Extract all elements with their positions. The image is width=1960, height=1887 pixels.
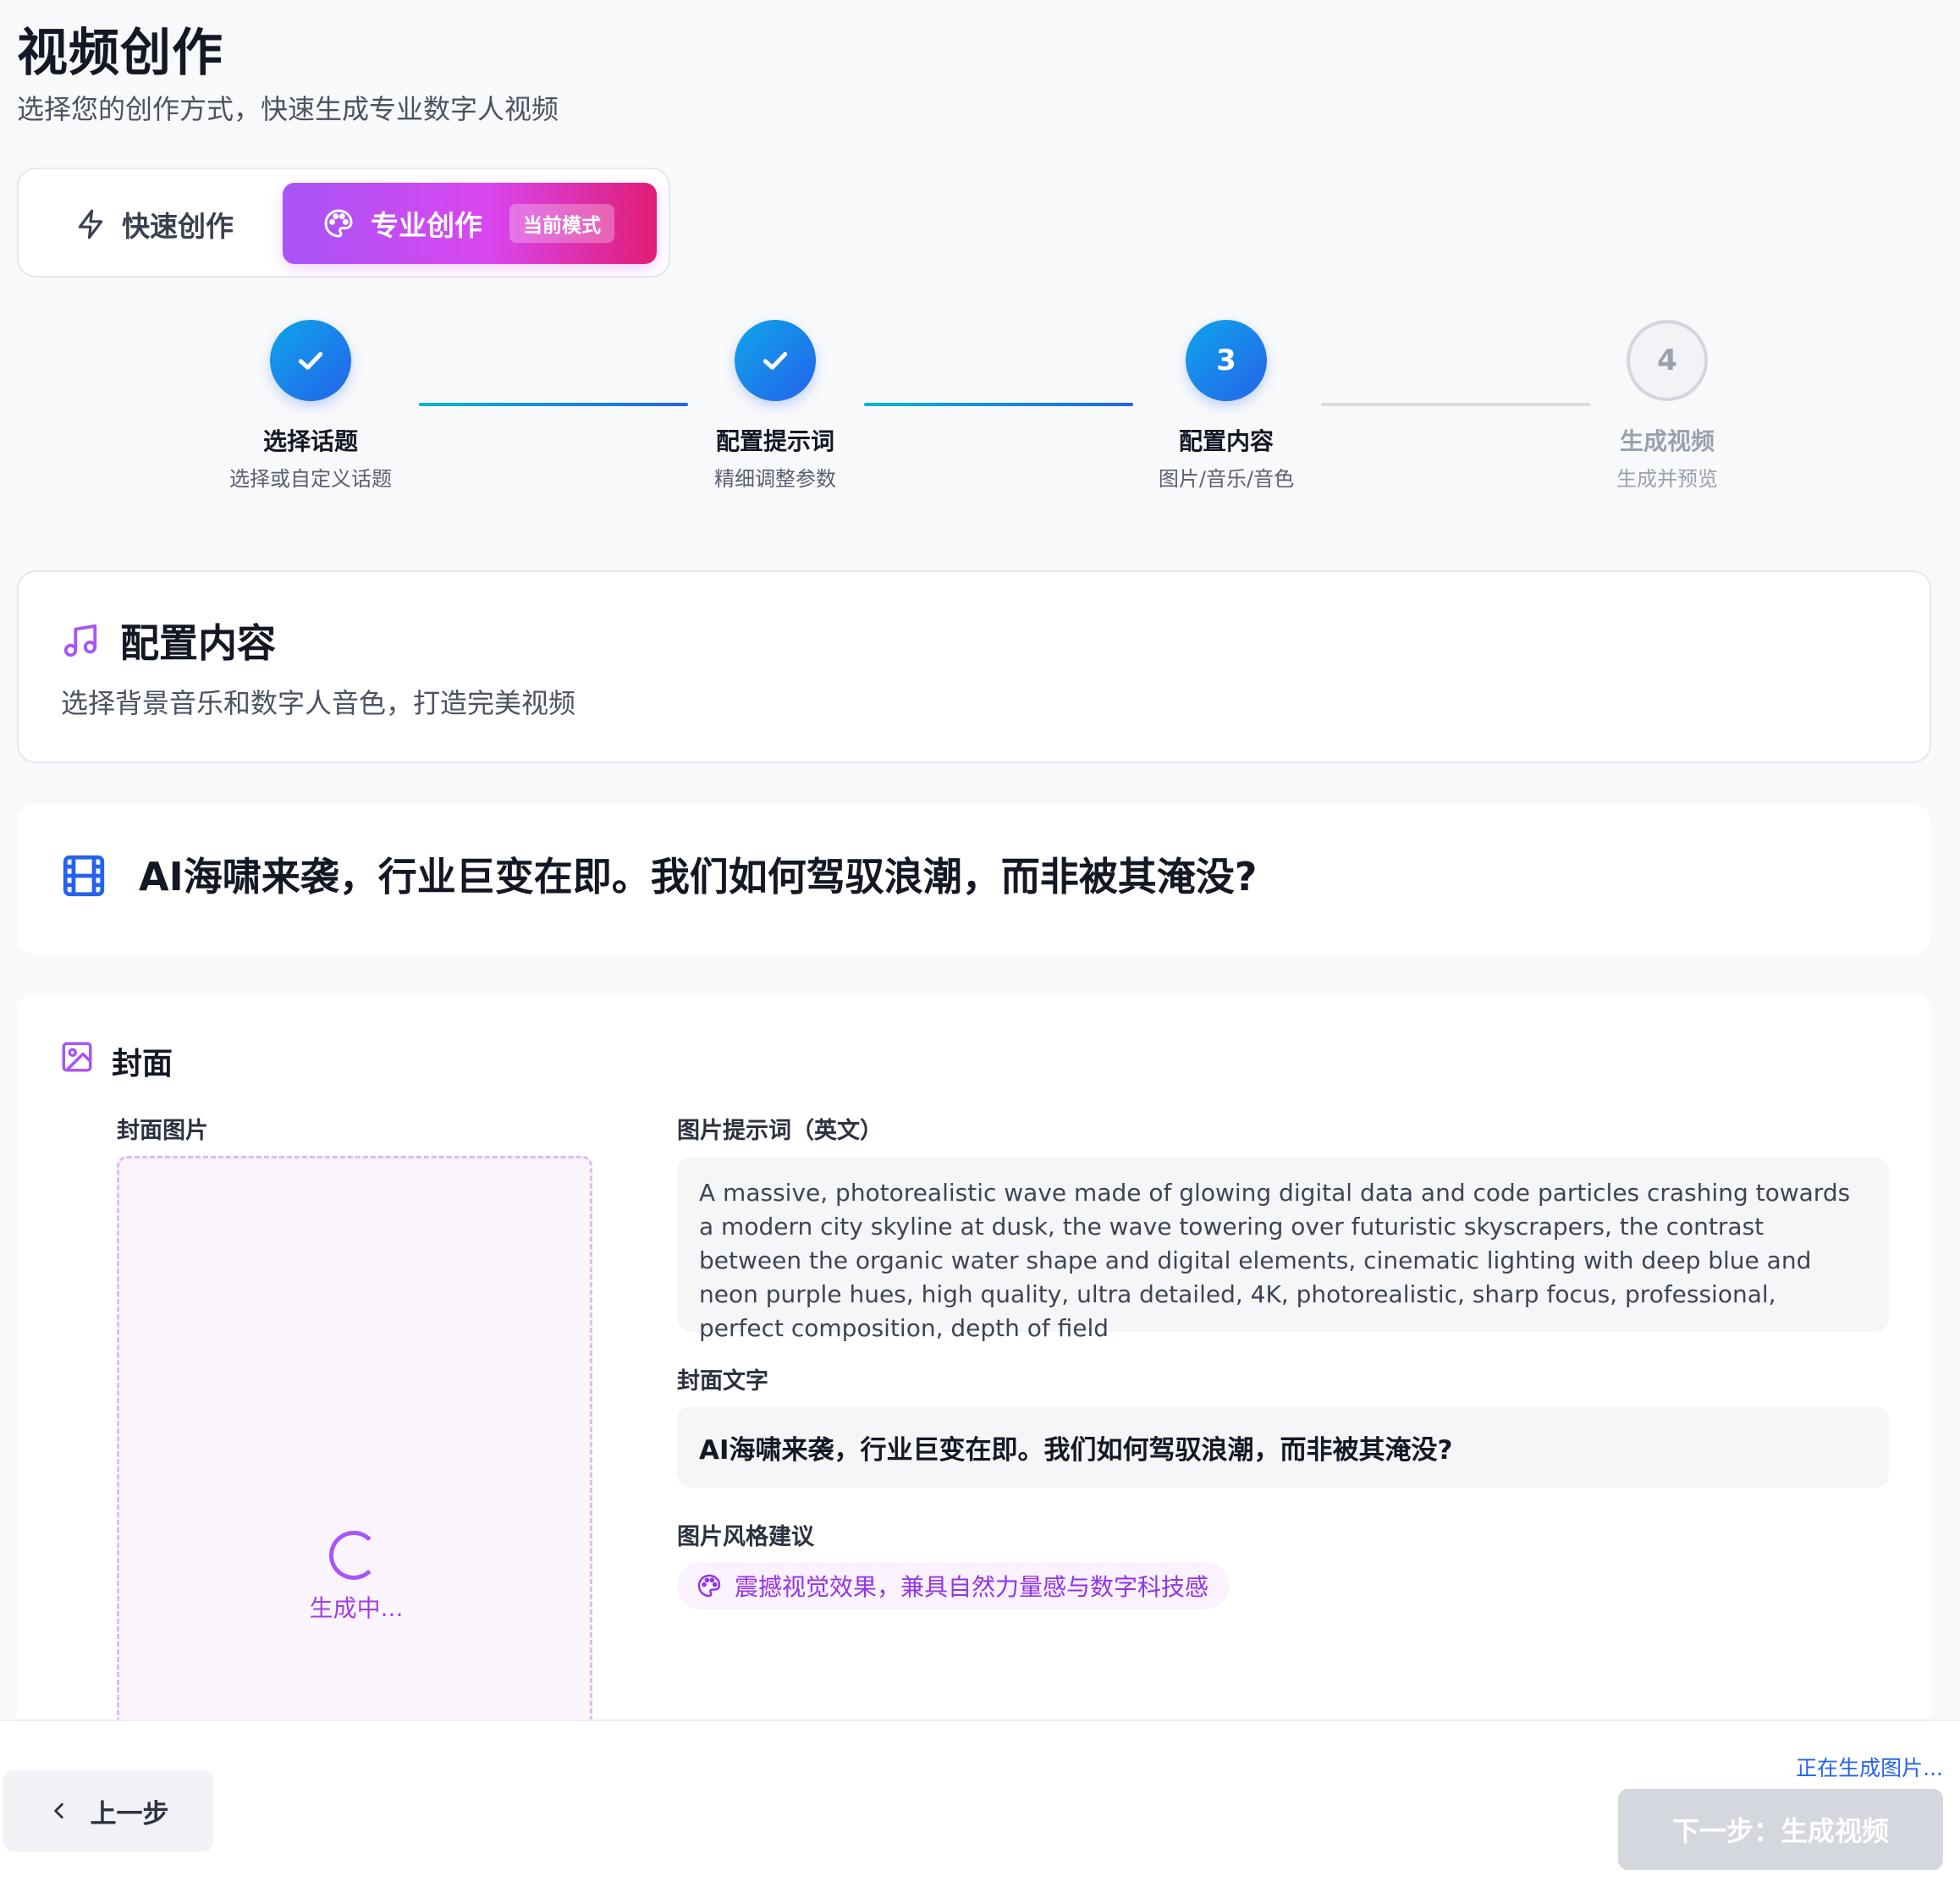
step-3-circle: 3 bbox=[1186, 320, 1267, 401]
quick-mode-label: 快速创作 bbox=[122, 210, 234, 243]
next-step-button[interactable]: 下一步：生成视频 bbox=[1618, 1789, 1943, 1870]
style-suggestion-text: 震撼视觉效果，兼具自然力量感与数字科技感 bbox=[735, 1573, 1209, 1601]
pro-mode-label: 专业创作 bbox=[371, 209, 482, 242]
stepper: 选择话题 选择或自定义话题 配置提示词 精细调整参数 3 配置内容 图片/音乐/… bbox=[0, 318, 1960, 504]
image-icon bbox=[59, 1039, 95, 1075]
footer-bar: 上一步 正在生成图片... 下一步：生成视频 bbox=[0, 1719, 1960, 1887]
pro-mode-button[interactable]: 专业创作 当前模式 bbox=[283, 183, 657, 264]
mode-switch: 快速创作 专业创作 当前模式 bbox=[17, 168, 670, 278]
step-3-desc: 图片/音乐/音色 bbox=[1158, 467, 1295, 491]
cover-image-dropzone[interactable]: 生成中... bbox=[117, 1156, 592, 1765]
cover-heading: 封面 bbox=[112, 1047, 173, 1081]
page-title: 视频创作 bbox=[17, 24, 223, 83]
lightning-icon bbox=[74, 207, 107, 241]
chevron-left-icon bbox=[48, 1800, 70, 1822]
step-2-circle bbox=[735, 320, 816, 401]
style-suggestion-chip: 震撼视觉效果，兼具自然力量感与数字科技感 bbox=[677, 1562, 1230, 1609]
palette-icon bbox=[322, 206, 355, 240]
config-title: 配置内容 bbox=[120, 620, 276, 666]
cover-text-label: 封面文字 bbox=[677, 1368, 768, 1395]
next-step-label: 下一步：生成视频 bbox=[1671, 1815, 1889, 1847]
loading-spinner-icon bbox=[329, 1531, 378, 1580]
prompt-label: 图片提示词（英文） bbox=[677, 1118, 883, 1144]
cover-text-field[interactable]: AI海啸来袭，行业巨变在即。我们如何驾驭浪潮，而非被其淹没? bbox=[677, 1406, 1889, 1488]
generating-text: 生成中... bbox=[309, 1594, 404, 1622]
palette-icon bbox=[696, 1572, 723, 1599]
step-connector-2 bbox=[864, 403, 1133, 406]
prev-step-button[interactable]: 上一步 bbox=[3, 1770, 213, 1851]
step-3-title: 配置内容 bbox=[1178, 427, 1274, 455]
prev-step-label: 上一步 bbox=[90, 1798, 169, 1829]
image-prompt-field[interactable]: A massive, photorealistic wave made of g… bbox=[677, 1158, 1889, 1342]
topic-card: AI海啸来袭，行业巨变在即。我们如何驾驭浪潮，而非被其淹没? bbox=[17, 804, 1931, 955]
step-4-circle: 4 bbox=[1627, 320, 1708, 401]
config-desc: 选择背景音乐和数字人音色，打造完美视频 bbox=[61, 687, 576, 719]
cover-text-value: AI海啸来袭，行业巨变在即。我们如何驾驭浪潮，而非被其淹没? bbox=[699, 1434, 1453, 1466]
step-4-desc: 生成并预览 bbox=[1616, 467, 1718, 491]
config-content-card: 配置内容 选择背景音乐和数字人音色，打造完美视频 bbox=[17, 570, 1931, 763]
cover-image-label: 封面图片 bbox=[117, 1118, 208, 1144]
quick-mode-button[interactable]: 快速创作 bbox=[74, 203, 234, 245]
step-connector-1 bbox=[419, 403, 688, 406]
page-subtitle: 选择您的创作方式，快速生成专业数字人视频 bbox=[17, 93, 559, 125]
check-icon bbox=[294, 344, 328, 377]
current-mode-badge: 当前模式 bbox=[509, 204, 614, 243]
style-label: 图片风格建议 bbox=[677, 1524, 814, 1550]
check-icon bbox=[758, 344, 792, 377]
step-1-desc: 选择或自定义话题 bbox=[229, 467, 392, 491]
step-1-circle bbox=[270, 320, 351, 401]
step-connector-3 bbox=[1321, 403, 1590, 406]
film-icon bbox=[59, 851, 108, 900]
step-4-title: 生成视频 bbox=[1619, 427, 1715, 455]
generation-status-text: 正在生成图片... bbox=[1796, 1756, 1943, 1780]
music-icon bbox=[61, 621, 100, 660]
step-2-title: 配置提示词 bbox=[715, 427, 834, 455]
cover-card: 封面 封面图片 生成中... 图片提示词（英文） A massive, phot… bbox=[17, 993, 1931, 1765]
topic-title: AI海啸来袭，行业巨变在即。我们如何驾驭浪潮，而非被其淹没? bbox=[139, 854, 1258, 899]
step-1-title: 选择话题 bbox=[262, 427, 358, 455]
step-2-desc: 精细调整参数 bbox=[714, 467, 836, 491]
